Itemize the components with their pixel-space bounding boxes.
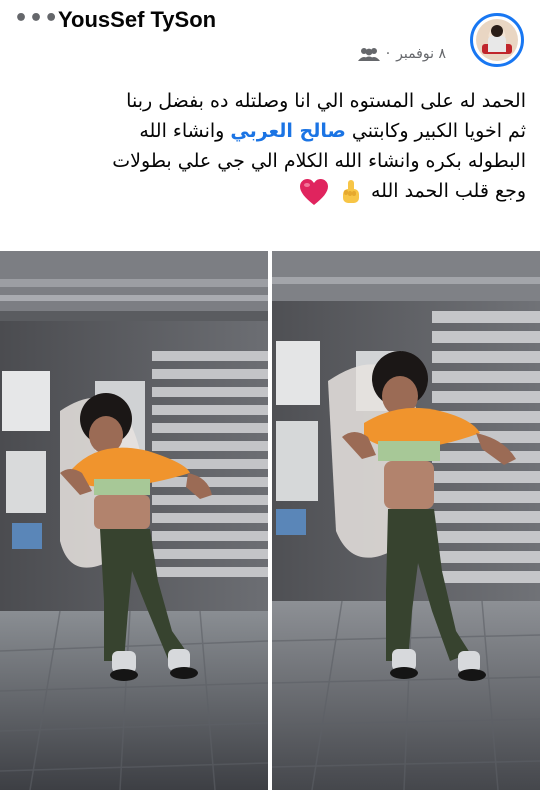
post-text-line-1: الحمد له على المستوه الي انا وصلتله ده ب… bbox=[126, 90, 526, 112]
post-text-line-4: وجع قلب الحمد الله bbox=[14, 176, 526, 206]
post-text-line-2: ثم اخويا الكبير وكابتني صالح العربي وانش… bbox=[14, 116, 526, 146]
author-name[interactable]: YousSef TySon bbox=[58, 7, 216, 33]
red-heart-emoji bbox=[299, 178, 328, 205]
post-meta: ٨ نوفمبر · bbox=[357, 46, 446, 62]
post-text-line-3: البطوله بكره وانشاء الله الكلام الي جي ع… bbox=[112, 150, 526, 172]
post-photo-2[interactable] bbox=[272, 251, 540, 790]
avatar-image bbox=[476, 19, 518, 61]
post-text-segment: وانشاء الله bbox=[139, 120, 225, 142]
more-options-button[interactable]: ••• bbox=[14, 6, 59, 31]
photo-image bbox=[272, 251, 540, 790]
post-text-segment: وجع قلب الحمد الله bbox=[370, 180, 526, 202]
post-text-segment: ثم اخويا الكبير وكابتني bbox=[351, 120, 526, 142]
pointing-up-emoji bbox=[342, 179, 359, 203]
avatar[interactable] bbox=[470, 13, 524, 67]
mention-link[interactable]: صالح العربي bbox=[230, 120, 345, 142]
post-date[interactable]: ٨ نوفمبر bbox=[396, 46, 446, 62]
friends-icon[interactable] bbox=[357, 47, 380, 61]
photo-image bbox=[0, 251, 268, 790]
meta-separator: · bbox=[385, 46, 391, 62]
post-header: ••• YousSef TySon ٨ نوفمبر · bbox=[0, 0, 540, 80]
post-text: الحمد له على المستوه الي انا وصلتله ده ب… bbox=[14, 86, 526, 206]
post-photo-1[interactable] bbox=[0, 251, 268, 790]
